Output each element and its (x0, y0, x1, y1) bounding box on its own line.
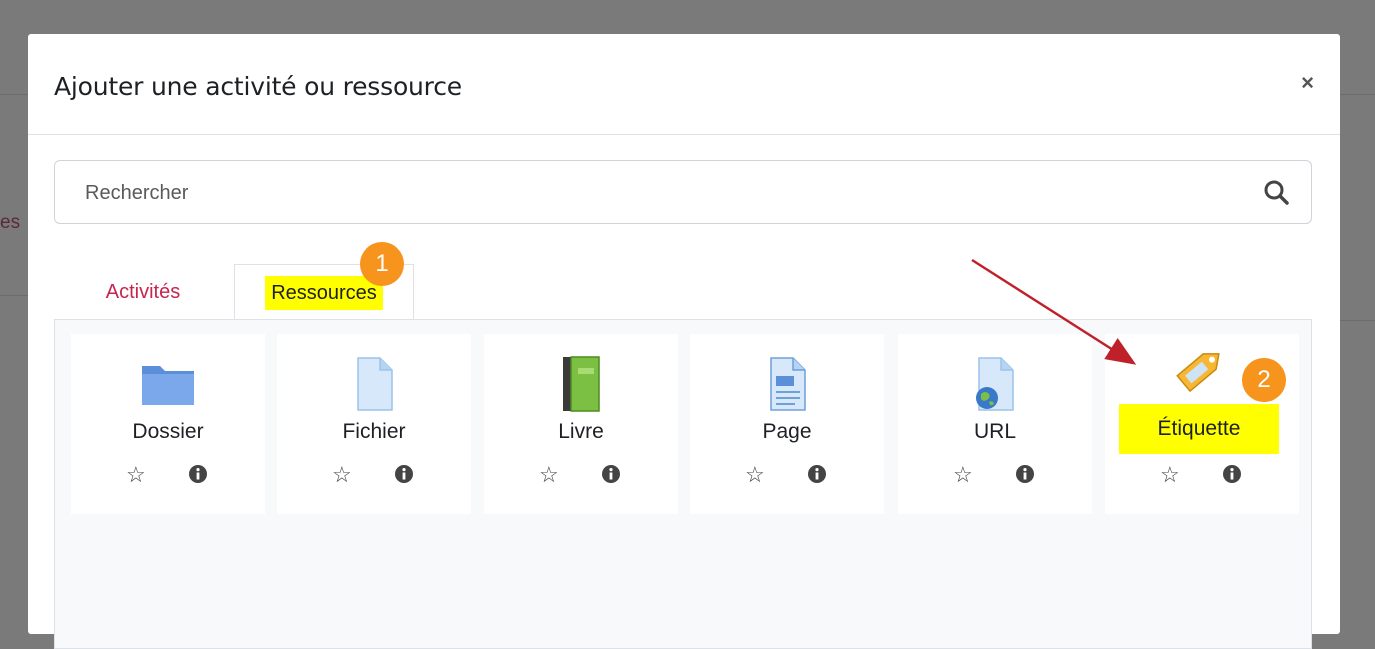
modal-title: Ajouter une activité ou ressource (54, 72, 462, 101)
info-icon[interactable] (601, 464, 621, 489)
label-tag-icon (1172, 338, 1232, 394)
info-icon[interactable] (188, 464, 208, 489)
search-box (54, 160, 1312, 225)
search-icon[interactable] (1263, 179, 1289, 210)
star-icon[interactable]: ☆ (1160, 462, 1180, 488)
info-icon[interactable] (1015, 464, 1035, 489)
resource-label: Étiquette (1119, 404, 1279, 454)
card-actions: ☆ (484, 462, 678, 492)
resource-label: Dossier (132, 420, 204, 443)
resource-card-fichier[interactable]: Fichier ☆ (277, 334, 471, 514)
tab-bar: Activités Ressources (54, 264, 1312, 320)
search-input[interactable] (83, 161, 1187, 225)
star-icon[interactable]: ☆ (539, 462, 559, 488)
add-activity-modal: Ajouter une activité ou ressource × Acti… (28, 34, 1340, 649)
resources-panel: Dossier ☆ Fichier ☆ Livre ☆ Page ☆ URL ☆… (54, 319, 1312, 649)
file-icon (344, 356, 404, 412)
info-icon[interactable] (807, 464, 827, 489)
background-divider (1340, 94, 1375, 95)
resource-label: Livre (558, 420, 604, 443)
star-icon[interactable]: ☆ (745, 462, 765, 488)
resource-label: Page (762, 420, 812, 443)
folder-icon (138, 356, 198, 412)
resource-card-url[interactable]: URL ☆ (898, 334, 1092, 514)
book-icon (551, 356, 611, 412)
tab-ressources-label: Ressources (265, 276, 383, 310)
tab-activites[interactable]: Activités (54, 264, 232, 320)
resource-card-livre[interactable]: Livre ☆ (484, 334, 678, 514)
card-actions: ☆ (690, 462, 884, 492)
url-icon (965, 356, 1025, 412)
info-icon[interactable] (1222, 464, 1242, 489)
resource-card-page[interactable]: Page ☆ (690, 334, 884, 514)
page-icon (757, 356, 817, 412)
star-icon[interactable]: ☆ (332, 462, 352, 488)
resource-card-dossier[interactable]: Dossier ☆ (71, 334, 265, 514)
card-actions: ☆ (277, 462, 471, 492)
background-divider (0, 94, 28, 95)
star-icon[interactable]: ☆ (953, 462, 973, 488)
close-button[interactable]: × (1301, 70, 1314, 96)
modal-header: Ajouter une activité ou ressource × (28, 34, 1340, 135)
card-actions: ☆ (1105, 462, 1299, 492)
card-actions: ☆ (71, 462, 265, 492)
background-divider (0, 295, 28, 296)
annotation-badge-2: 2 (1242, 358, 1286, 402)
background-text: es (0, 212, 21, 233)
resource-label: Fichier (342, 420, 406, 443)
resource-label: URL (973, 420, 1016, 443)
star-icon[interactable]: ☆ (126, 462, 146, 488)
card-actions: ☆ (898, 462, 1092, 492)
info-icon[interactable] (394, 464, 414, 489)
background-divider (1340, 320, 1375, 321)
annotation-badge-1: 1 (360, 242, 404, 286)
